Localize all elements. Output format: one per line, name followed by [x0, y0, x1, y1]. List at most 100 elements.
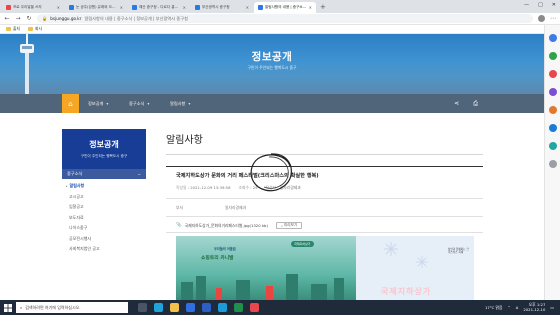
share-icon[interactable]: ⋖: [454, 100, 459, 108]
taskbar-apps: [138, 303, 259, 312]
tab-favicon-icon: [132, 5, 137, 10]
home-icon[interactable]: ⌂: [62, 94, 79, 113]
outlook-icon[interactable]: [548, 124, 557, 132]
minimize-button[interactable]: —: [524, 2, 529, 8]
url-page-title: 알림사항의 내용 | 중구소식 | 정보공개 | 부산광역시 중구청: [84, 15, 188, 21]
store-icon[interactable]: [186, 303, 195, 312]
magnifier-icon: ⌕: [280, 223, 283, 228]
divider: [166, 154, 483, 155]
lnb-item-label: 사회복지법인 공고: [68, 246, 100, 252]
excel-icon[interactable]: [234, 303, 243, 312]
divider: [166, 216, 483, 217]
tab-label: 예산 중구청 - 다르다 홍정보: [139, 5, 181, 9]
bullet-icon: ·: [66, 226, 67, 231]
bookmark-folder[interactable]: 회사: [28, 26, 42, 32]
tab-close-icon[interactable]: ✕: [246, 5, 249, 10]
chevron-up-icon[interactable]: ⌃: [508, 305, 511, 310]
add-icon[interactable]: [548, 160, 557, 168]
shopping-icon[interactable]: [548, 52, 557, 60]
ime-indicator[interactable]: A: [516, 305, 519, 310]
taskbar-search-input[interactable]: ⌕ 검색하려면 여기에 입력하십시오.: [16, 302, 128, 313]
word-icon[interactable]: [202, 303, 211, 312]
browser-tab[interactable]: 예산 중구청 - 다르다 홍정보 ✕: [128, 2, 190, 13]
clock[interactable]: 오후 1:27 2021-12-10: [523, 302, 546, 312]
browser-tab[interactable]: 프로 우리말을 쓰자 ✕: [2, 2, 64, 13]
bookmark-folder[interactable]: 출처: [6, 26, 20, 32]
browser-tab[interactable]: 눈 공주(강원) 유래와 오랜 여행✕: [65, 2, 127, 13]
attachment-row: 📎 국제지하도상가_문화의거리페스티벌.jpg(1320 kb) ⌕ 미리보기: [176, 222, 303, 229]
dept-row: 부서 일자리경제과: [176, 205, 246, 211]
tab-close-icon[interactable]: ✕: [120, 5, 123, 10]
breadcrumb-item[interactable]: 정보공개 ▾: [88, 94, 108, 113]
reload-button[interactable]: ↻: [26, 15, 32, 22]
search-placeholder: 검색하려면 여기에 입력하십시오.: [25, 304, 81, 310]
taskbar: ⌕ 검색하려면 여기에 입력하십시오. 17°C 맑음 ⌃ A 오후 1:27 …: [0, 300, 560, 315]
lnb-item[interactable]: ▸ 알림사항: [66, 181, 146, 192]
lnb-section-header[interactable]: 중구소식 −: [62, 169, 146, 179]
url-field[interactable]: 🔒 bsjunggu.go.kr 알림사항의 내용 | 중구소식 | 정보공개 …: [37, 14, 533, 23]
weather-text[interactable]: 17°C 맑음: [485, 305, 503, 311]
file-explorer-icon[interactable]: [170, 303, 179, 312]
browser-tab-active[interactable]: 알림사항의 내용 | 중구소식 | ✕: [254, 2, 316, 13]
hero-subtitle: 구민이 주인되는 행복도시 중구: [247, 65, 297, 70]
task-view-icon[interactable]: [138, 303, 147, 312]
windows-start-icon[interactable]: [0, 300, 16, 315]
browser-tab-strip: 프로 우리말을 쓰자✕ 눈 공주(강원) 유래와 오랜 여행✕ 예산 중구청 -…: [0, 0, 560, 13]
lnb-item-label: 나이스중구: [68, 225, 88, 231]
tab-close-icon[interactable]: ✕: [57, 5, 60, 10]
folder-icon: [28, 27, 33, 31]
preview-button[interactable]: ⌕ 미리보기: [275, 222, 303, 229]
browser-tab[interactable]: 부산광역시 중구청 ✕: [191, 2, 253, 13]
menu-icon[interactable]: ⋯: [550, 15, 556, 22]
games-icon[interactable]: [548, 88, 557, 96]
divider: [166, 232, 483, 233]
search-icon[interactable]: [548, 34, 557, 42]
forward-button[interactable]: →: [15, 15, 21, 22]
bullet-icon: ·: [66, 215, 67, 220]
lnb-item[interactable]: · 사회복지법인 공고: [66, 244, 146, 255]
hwp-icon[interactable]: [218, 303, 227, 312]
divider: [166, 198, 483, 199]
bookmark-label: 회사: [35, 26, 42, 31]
browser-side-panel: [544, 25, 560, 300]
collapse-icon[interactable]: −: [137, 172, 141, 177]
tab-favicon-icon: [69, 5, 74, 10]
drop-icon[interactable]: [548, 142, 557, 150]
lnb-item[interactable]: · 입찰공고: [66, 202, 146, 213]
new-tab-button[interactable]: +: [320, 3, 326, 11]
bullet-icon: ·: [66, 236, 67, 241]
lnb-item[interactable]: · 나이스중구: [66, 223, 146, 234]
maximize-button[interactable]: □: [538, 2, 543, 8]
tab-close-icon[interactable]: ✕: [309, 5, 312, 10]
notification-icon[interactable]: ▭: [550, 305, 554, 310]
lock-icon: 🔒: [42, 15, 48, 21]
tab-favicon-icon: [258, 5, 263, 10]
event-poster-image: 우리들의 어울림 쇼핑토리 카니발 국제지하상가 국제지하상가 상인과 함께하는…: [176, 236, 474, 300]
bullet-icon: ·: [66, 205, 67, 210]
attachment-link[interactable]: 국제지하도상가_문화의거리페스티벌.jpg(1320 kb): [185, 223, 268, 229]
edge-browser-icon[interactable]: [154, 303, 163, 312]
lnb-item[interactable]: · 고시공고: [66, 192, 146, 203]
lnb-item[interactable]: · 공모전시행사: [66, 234, 146, 245]
breadcrumb-item[interactable]: 알림사항 ▾: [170, 94, 190, 113]
lnb-item[interactable]: · 보도자료: [66, 213, 146, 224]
chevron-down-icon: ▾: [106, 101, 109, 106]
hero-banner: 정보공개 구민이 주인되는 행복도시 중구: [0, 34, 544, 94]
page-title: 알림사항: [166, 135, 203, 146]
print-icon[interactable]: ⎙: [473, 100, 478, 108]
tab-close-icon[interactable]: ✕: [183, 5, 186, 10]
chrome-icon[interactable]: [250, 303, 259, 312]
breadcrumb-bar: ⌂ 정보공개 ▾ 중구소식 ▾ 알림사항 ▾ ⋖ ⎙: [0, 94, 544, 113]
back-button[interactable]: ←: [4, 15, 10, 22]
lnb-header: 정보공개 구민이 주인되는 행복도시 중구: [62, 129, 146, 169]
breadcrumb-item[interactable]: 중구소식 ▾: [129, 94, 149, 113]
clock-date: 2021-12-10: [523, 306, 546, 312]
snowflake-icon: [384, 242, 398, 256]
post-date: 2021-12-09 13:39:56: [190, 185, 231, 190]
office-icon[interactable]: [548, 106, 557, 114]
tools-icon[interactable]: [548, 70, 557, 78]
address-bar: ← → ↻ 🔒 bsjunggu.go.kr 알림사항의 내용 | 중구소식 |…: [0, 13, 560, 25]
close-window-button[interactable]: ✕: [552, 2, 556, 8]
profile-avatar-icon[interactable]: [538, 15, 545, 22]
lnb-title: 정보공개: [89, 140, 119, 149]
